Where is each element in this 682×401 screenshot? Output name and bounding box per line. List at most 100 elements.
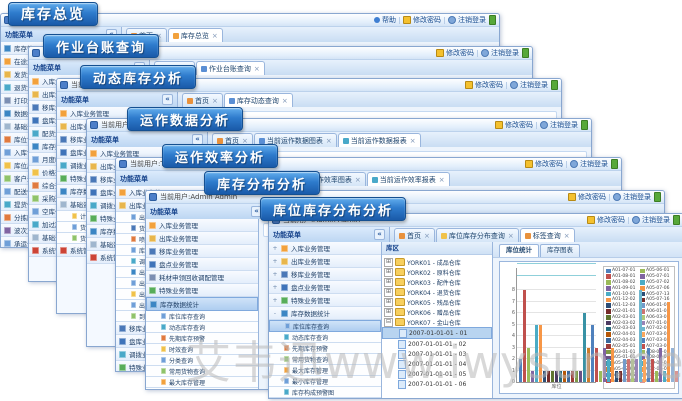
logout-button[interactable]: 注销登录 xyxy=(570,159,608,169)
sidebar-item[interactable]: 动态库存查询 xyxy=(146,322,258,333)
sidebar-item[interactable]: - 库存数据统计 xyxy=(269,307,381,320)
tab[interactable]: 首页 × xyxy=(182,93,223,107)
sidebar-item[interactable]: + 特殊业务管理 xyxy=(269,294,381,307)
view-tab-location-stats[interactable]: 库位统计 xyxy=(499,244,539,257)
tree-node-warehouse[interactable]: ⊞ YORK05 - 残品仓库 xyxy=(382,297,492,307)
exit-icon[interactable] xyxy=(551,80,558,90)
logout-button[interactable]: 注销登录 xyxy=(613,192,651,202)
sidebar-item[interactable]: 出库业务管理 xyxy=(146,232,258,245)
tree-expander-icon[interactable]: ⊞ xyxy=(384,278,393,287)
sidebar-item[interactable]: + 盘点业务管理 xyxy=(269,281,381,294)
exit-icon[interactable] xyxy=(611,159,618,169)
tab-close-icon[interactable]: × xyxy=(508,232,514,240)
tree-node-warehouse[interactable]: ⊞ YORK01 - 成品仓库 xyxy=(382,257,492,267)
collapse-menu-button[interactable]: « xyxy=(374,229,385,240)
sidebar-item[interactable]: 入库业务管理 xyxy=(146,219,258,232)
tab[interactable]: 标签查询 × xyxy=(520,228,575,242)
tab-close-icon[interactable]: × xyxy=(282,97,288,105)
sidebar-item[interactable]: 最小库存管理 xyxy=(146,388,258,389)
expander-icon[interactable]: + xyxy=(272,245,278,252)
tab-close-icon[interactable]: × xyxy=(564,232,570,240)
tab-close-icon[interactable]: × xyxy=(326,137,332,145)
sidebar-item[interactable]: 库位库存查询 xyxy=(269,320,381,332)
sidebar-item[interactable]: 常用货物查询 xyxy=(269,354,381,365)
expander-icon[interactable]: + xyxy=(272,258,278,265)
expander-icon[interactable]: + xyxy=(272,297,278,304)
tab[interactable]: 作业台账查询 × xyxy=(196,61,265,75)
tree-expander-icon[interactable]: ⊞ xyxy=(384,308,393,317)
collapse-menu-button[interactable]: « xyxy=(162,94,173,105)
sidebar-item[interactable]: + 入库业务管理 xyxy=(269,242,381,255)
sidebar-item[interactable]: 先期库存预警 xyxy=(146,333,258,344)
tree-node-warehouse[interactable]: ⊟ YORK07 - 金山仓库 xyxy=(382,317,492,327)
sidebar-item[interactable]: 常用货物查询 xyxy=(146,366,258,377)
change-password-button[interactable]: 修改密码 xyxy=(587,215,625,225)
view-tab-stock-chart[interactable]: 库存图表 xyxy=(540,244,580,257)
sidebar-item[interactable]: 特殊业务管理 xyxy=(146,284,258,297)
sidebar-item[interactable]: 分类查询 xyxy=(146,355,258,366)
exit-icon[interactable] xyxy=(673,215,680,225)
tab-close-icon[interactable]: × xyxy=(212,32,218,40)
exit-icon[interactable] xyxy=(522,48,529,58)
expander-icon[interactable]: + xyxy=(272,284,278,291)
tree-node-location[interactable]: 2007-01-01-01 - 02 xyxy=(382,339,492,349)
tree-expander-icon[interactable]: ⊞ xyxy=(384,268,393,277)
sidebar-item[interactable]: + 出库业务管理 xyxy=(269,255,381,268)
exit-icon[interactable] xyxy=(581,120,588,130)
tab[interactable]: 首页 × xyxy=(394,228,435,242)
sidebar-item[interactable]: 耗材申领回收调配管理 xyxy=(146,271,258,284)
help-button[interactable]: 帮助 xyxy=(374,15,396,25)
sidebar-item[interactable]: 时效查询 xyxy=(146,344,258,355)
tree-node-location[interactable]: 2007-01-01-01 - 06 xyxy=(382,379,492,389)
exit-icon[interactable] xyxy=(489,15,496,25)
tree-node-location[interactable]: 2007-01-01-01 - 01 xyxy=(382,327,492,339)
tree-expander-icon[interactable]: ⊞ xyxy=(384,288,393,297)
sidebar-item[interactable]: 最大库存管理 xyxy=(146,377,258,388)
change-password-button[interactable]: 修改密码 xyxy=(436,48,474,58)
change-password-button[interactable]: 修改密码 xyxy=(465,80,503,90)
sidebar-item[interactable]: + 移库业务管理 xyxy=(269,268,381,281)
tree-expander-icon[interactable]: ⊞ xyxy=(384,258,393,267)
change-password-button[interactable]: 修改密码 xyxy=(495,120,533,130)
logout-button[interactable]: 注销登录 xyxy=(510,80,548,90)
logout-button[interactable]: 注销登录 xyxy=(448,15,486,25)
tab-close-icon[interactable]: × xyxy=(254,65,260,73)
tree-node-location[interactable]: 2007-01-01-01 - 03 xyxy=(382,349,492,359)
sidebar-item[interactable]: 移库业务管理 xyxy=(146,245,258,258)
logout-button[interactable]: 注销登录 xyxy=(481,48,519,58)
tab-close-icon[interactable]: × xyxy=(212,97,218,105)
sidebar-item[interactable]: 最小库存管理 xyxy=(269,376,381,387)
change-password-button[interactable]: 修改密码 xyxy=(568,192,606,202)
tree-expander-icon[interactable]: ⊟ xyxy=(384,318,393,327)
tree-node-location[interactable]: 2007-01-01-01 - 04 xyxy=(382,359,492,369)
tab[interactable]: 当前运作数据报表 × xyxy=(338,133,421,147)
tab-close-icon[interactable]: × xyxy=(410,137,416,145)
tree-node-warehouse[interactable]: ⊞ YORK03 - 配件仓库 xyxy=(382,277,492,287)
tree-node-warehouse[interactable]: ⊞ YORK04 - 退货仓库 xyxy=(382,287,492,297)
sidebar-item[interactable]: 库存数据统计 xyxy=(146,297,258,311)
sidebar-item[interactable]: 最大库存管理 xyxy=(269,365,381,376)
tree-node-warehouse[interactable]: ⊞ YORK02 - 原料仓库 xyxy=(382,267,492,277)
logout-button[interactable]: 注销登录 xyxy=(632,215,670,225)
tab[interactable]: 库存动态查询 × xyxy=(224,93,293,107)
tab-close-icon[interactable]: × xyxy=(424,232,430,240)
expander-icon[interactable]: - xyxy=(272,310,278,317)
exit-icon[interactable] xyxy=(654,192,661,202)
tab[interactable]: 库位库存分布查询 × xyxy=(436,228,519,242)
sidebar-item[interactable]: 动态库存查询 xyxy=(269,332,381,343)
sidebar-item[interactable]: 先期库存预警 xyxy=(269,343,381,354)
change-password-button[interactable]: 修改密码 xyxy=(525,159,563,169)
logout-button[interactable]: 注销登录 xyxy=(540,120,578,130)
sidebar-item[interactable]: 库位库存查询 xyxy=(146,311,258,322)
sidebar-item[interactable]: 库存构成预警图 xyxy=(269,387,381,398)
sidebar-item[interactable]: 盘点业务管理 xyxy=(146,258,258,271)
tab[interactable]: 库存总览 × xyxy=(168,28,223,42)
tab[interactable]: 当前运作效率报表 × xyxy=(367,172,450,186)
change-password-button[interactable]: 修改密码 xyxy=(403,15,441,25)
expander-icon[interactable]: + xyxy=(272,271,278,278)
tree-node-warehouse[interactable]: ⊞ YORK06 - 赠品仓库 xyxy=(382,307,492,317)
tree-expander-icon[interactable]: ⊞ xyxy=(384,298,393,307)
tree-node-location[interactable]: 2007-01-01-01 - 05 xyxy=(382,369,492,379)
tab-close-icon[interactable]: × xyxy=(355,176,361,184)
tab-close-icon[interactable]: × xyxy=(439,176,445,184)
